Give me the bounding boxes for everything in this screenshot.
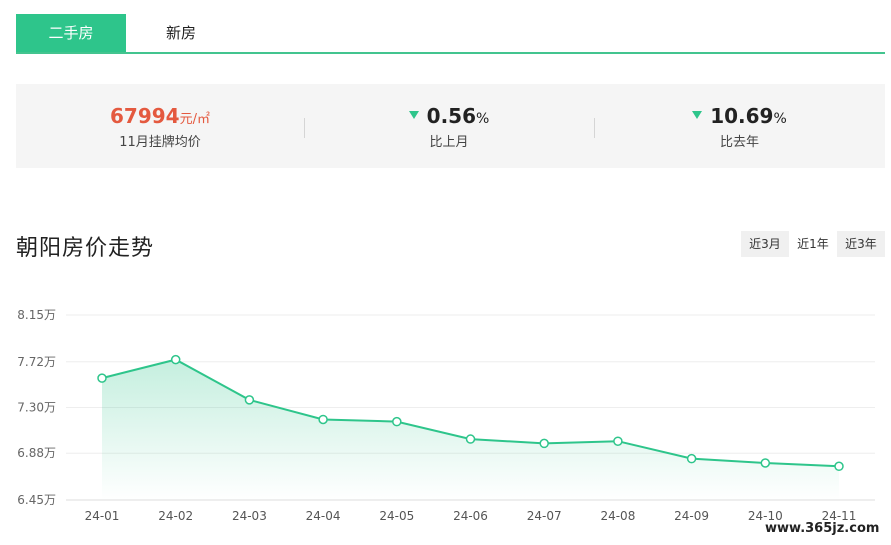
range-3-months-button[interactable]: 近3月 xyxy=(741,231,789,257)
data-point xyxy=(465,434,476,444)
x-tick-label: 24-03 xyxy=(232,509,267,523)
mom-change-value: 0.56 xyxy=(426,104,477,128)
data-point xyxy=(760,458,771,468)
down-arrow-icon xyxy=(408,111,419,119)
y-tick-label: 6.88万 xyxy=(17,446,56,460)
data-point xyxy=(170,354,181,365)
house-type-tabs: 二手房 新房 xyxy=(16,14,885,54)
tab-new-house[interactable]: 新房 xyxy=(126,14,236,52)
y-tick-label: 7.72万 xyxy=(17,355,56,369)
yoy-change-value: 10.69 xyxy=(710,104,774,128)
price-stats-panel: 67994元/㎡ 11月挂牌均价 0.56% 比上月 10.69% 比去年 xyxy=(16,84,885,168)
data-point xyxy=(392,416,402,427)
data-point xyxy=(539,438,549,449)
down-arrow-icon xyxy=(692,111,703,119)
mom-change-unit: % xyxy=(476,111,490,127)
chart-title: 朝阳房价走势 xyxy=(16,236,155,261)
range-3-years-button[interactable]: 近3年 xyxy=(837,231,885,257)
x-tick-label: 24-09 xyxy=(674,509,709,523)
watermark-text: www.365jz.com xyxy=(765,521,880,536)
mom-change-label: 比上月 xyxy=(429,135,469,150)
y-tick-label: 6.45万 xyxy=(17,493,56,507)
avg-price-stat: 67994元/㎡ 11月挂牌均价 xyxy=(16,84,304,168)
data-point xyxy=(318,414,328,425)
avg-price-unit: 元/㎡ xyxy=(179,112,210,127)
price-trend-chart: 8.15万 7.72万 7.30万 6.88万 6.45万 24-01 24-02 24-03… xyxy=(17,308,875,523)
tab-second-hand[interactable]: 二手房 xyxy=(16,14,126,52)
data-point xyxy=(244,395,255,405)
data-point xyxy=(834,461,844,472)
yoy-change-stat: 10.69% 比去年 xyxy=(594,84,885,168)
tabs-underline xyxy=(16,52,885,54)
x-tick-label: 24-05 xyxy=(379,509,414,523)
x-tick-label: 24-04 xyxy=(306,509,341,523)
avg-price-value: 67994 xyxy=(110,104,180,128)
yoy-change-label: 比去年 xyxy=(719,135,759,150)
data-point xyxy=(686,453,697,464)
y-tick-label: 8.15万 xyxy=(17,308,56,322)
data-point xyxy=(97,373,107,383)
x-tick-label: 24-07 xyxy=(527,509,562,523)
x-tick-label: 24-01 xyxy=(85,509,120,523)
data-point xyxy=(613,436,623,446)
range-1-year-button[interactable]: 近1年 xyxy=(789,231,837,257)
x-tick-label: 24-06 xyxy=(453,509,488,523)
x-tick-label: 24-08 xyxy=(600,509,635,523)
y-tick-label: 7.30万 xyxy=(17,401,56,415)
mom-change-stat: 0.56% 比上月 xyxy=(304,84,594,168)
avg-price-label: 11月挂牌均价 xyxy=(119,135,201,150)
x-tick-label: 24-02 xyxy=(158,509,193,523)
yoy-change-unit: % xyxy=(773,111,787,127)
